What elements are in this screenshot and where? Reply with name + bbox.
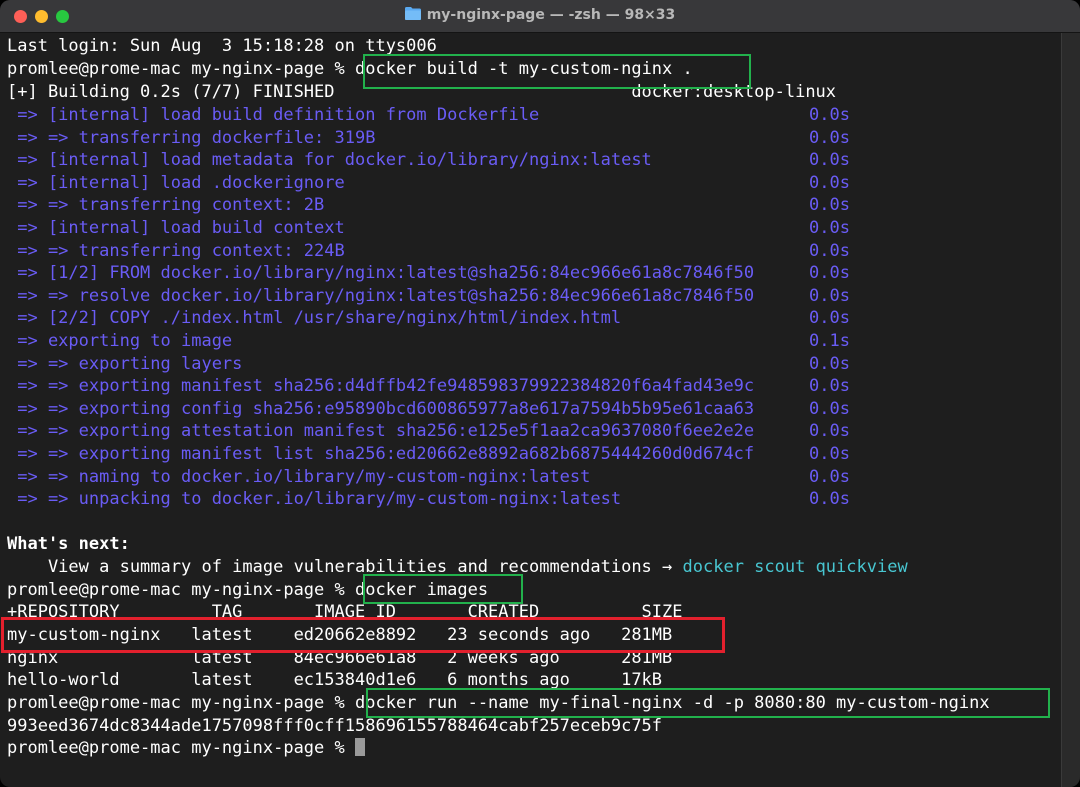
whats-next-heading: What's next:	[7, 534, 130, 554]
build-step-time: 0.0s	[809, 376, 850, 397]
title-bar[interactable]: my-nginx-page — -zsh — 98×33	[0, 0, 1080, 33]
build-step-line: => exporting to image	[7, 331, 233, 351]
text-cursor	[355, 738, 365, 756]
shell-prompt: promlee@prome-mac my-nginx-page %	[7, 693, 355, 713]
build-step-time: 0.0s	[809, 444, 850, 464]
run-command-highlight	[366, 688, 1050, 718]
build-step-time: 0.0s	[809, 421, 850, 442]
build-step-time: 0.0s	[809, 353, 850, 374]
build-step-line: => [internal] load build context	[7, 218, 345, 238]
build-step-line: => => resolve docker.io/library/nginx:la…	[7, 285, 755, 306]
folder-icon	[404, 7, 421, 20]
build-step-time: 0.0s	[809, 127, 850, 148]
build-step-line: => => exporting manifest list sha256:ed2…	[7, 444, 755, 464]
build-step-time: 0.1s	[809, 331, 850, 351]
build-step-time: 0.0s	[809, 105, 850, 125]
build-step-time: 0.0s	[809, 308, 850, 329]
window-title: my-nginx-page — -zsh — 98×33	[0, 7, 1080, 23]
build-step-line: => => exporting layers	[7, 353, 243, 374]
build-step-line: => [internal] load build definition from…	[7, 105, 540, 125]
shell-prompt: promlee@prome-mac my-nginx-page %	[7, 580, 355, 600]
build-step-time: 0.0s	[809, 195, 850, 216]
build-step-time: 0.0s	[809, 398, 850, 419]
build-step-line: => [internal] load .dockerignore	[7, 172, 345, 193]
build-step-time: 0.0s	[809, 240, 850, 261]
build-step-line: => => exporting attestation manifest sha…	[7, 421, 755, 442]
build-step-time: 0.0s	[809, 285, 850, 306]
build-step-line: => => transferring context: 224B	[7, 240, 345, 261]
build-step-time: 0.0s	[809, 466, 850, 487]
scrollbar-thumb[interactable]	[1067, 36, 1075, 786]
scrollbar[interactable]	[1061, 33, 1080, 787]
build-step-line: => => transferring context: 2B	[7, 195, 325, 216]
current-prompt-line: promlee@prome-mac my-nginx-page %	[7, 737, 365, 759]
build-step-time: 0.0s	[809, 263, 850, 284]
build-step-line: => [internal] load metadata for docker.i…	[7, 150, 652, 171]
custom-image-row-highlight	[1, 617, 725, 653]
build-step-line: => => transferring dockerfile: 319B	[7, 127, 376, 148]
build-step-line: => => exporting config sha256:e95890bcd6…	[7, 398, 755, 419]
build-command-highlight	[363, 54, 751, 89]
window-title-text: my-nginx-page — -zsh — 98×33	[426, 7, 676, 23]
build-step-line: => => naming to docker.io/library/my-cus…	[7, 466, 591, 487]
scout-hint-text: View a summary of image vulnerabilities …	[7, 557, 683, 577]
shell-prompt: promlee@prome-mac my-nginx-page %	[7, 738, 355, 758]
build-step-line: => => unpacking to docker.io/library/my-…	[7, 489, 622, 510]
build-step-line: => [1/2] FROM docker.io/library/nginx:la…	[7, 263, 755, 284]
build-step-time: 0.0s	[809, 150, 850, 171]
build-step-time: 0.0s	[809, 489, 850, 510]
shell-prompt: promlee@prome-mac my-nginx-page %	[7, 59, 355, 79]
build-step-line: => => exporting manifest sha256:d4dffb42…	[7, 376, 755, 397]
terminal-window: my-nginx-page — -zsh — 98×33 Last login:…	[0, 0, 1080, 787]
container-id-line: 993eed3674dc8344ade1757098fff0cff1586961…	[7, 716, 663, 736]
images-command-highlight	[363, 574, 523, 604]
terminal-content[interactable]: Last login: Sun Aug 3 15:18:28 on ttys00…	[0, 33, 1062, 787]
build-step-line: => [2/2] COPY ./index.html /usr/share/ng…	[7, 308, 622, 329]
scout-hint-command: docker scout quickview	[682, 557, 908, 577]
build-step-time: 0.0s	[809, 172, 850, 193]
build-step-time: 0.0s	[809, 218, 850, 238]
